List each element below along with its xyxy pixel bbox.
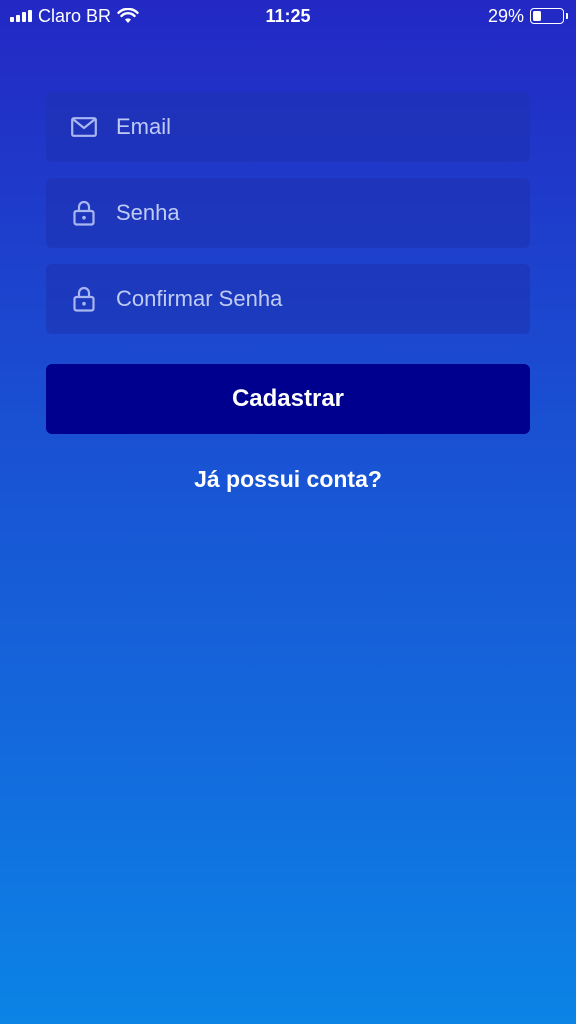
battery-icon xyxy=(530,8,568,24)
battery-level xyxy=(533,11,542,21)
lock-icon xyxy=(70,285,98,313)
password-input[interactable] xyxy=(116,178,530,248)
status-bar: Claro BR 11:25 29% xyxy=(0,0,576,32)
carrier-name: Claro BR xyxy=(38,5,112,26)
confirm-password-input[interactable] xyxy=(116,264,530,334)
login-link[interactable]: Já possui conta? xyxy=(46,466,530,493)
status-left: Claro BR xyxy=(10,6,139,27)
status-right: 29% xyxy=(487,5,568,27)
battery-percent: 29% xyxy=(487,5,524,26)
mail-icon xyxy=(70,113,98,141)
password-field-container[interactable] xyxy=(46,178,530,248)
wifi-icon xyxy=(117,8,139,24)
signal-icon xyxy=(10,10,32,22)
email-field-container[interactable] xyxy=(46,92,530,162)
lock-icon xyxy=(70,199,98,227)
register-button[interactable]: Cadastrar xyxy=(46,364,530,434)
email-input[interactable] xyxy=(116,92,530,162)
register-form: Cadastrar Já possui conta? xyxy=(46,92,530,493)
confirm-password-field-container[interactable] xyxy=(46,264,530,334)
